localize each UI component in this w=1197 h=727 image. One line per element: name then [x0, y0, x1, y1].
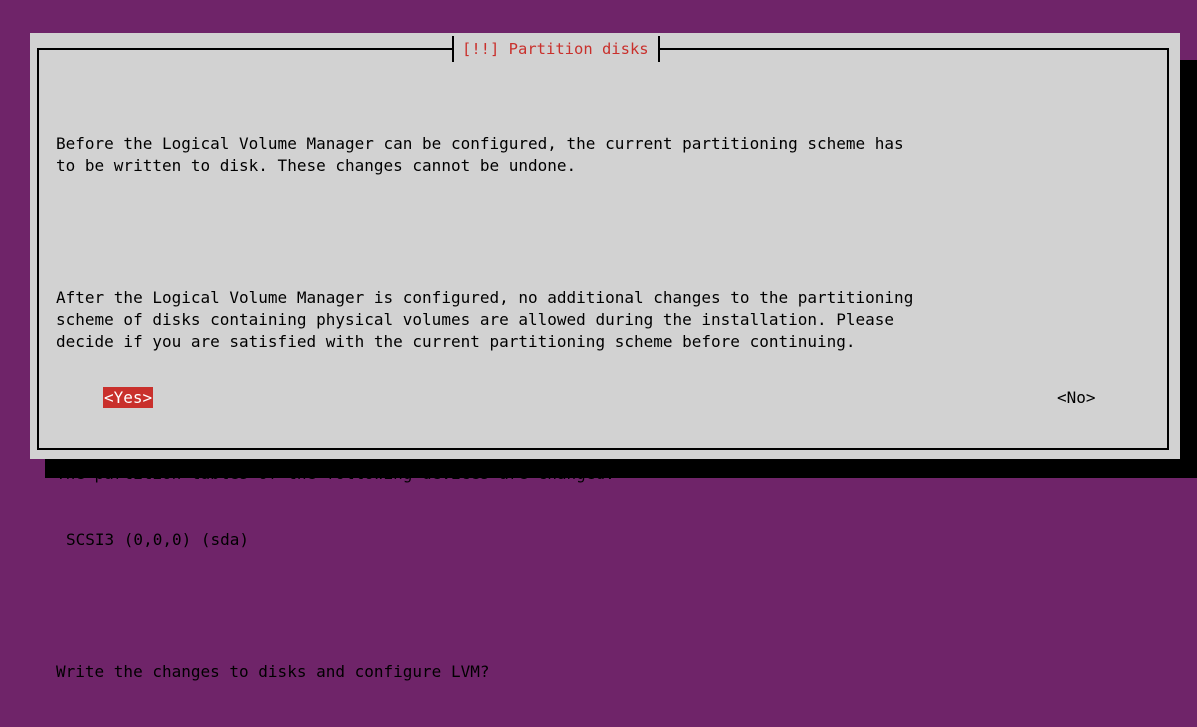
yes-button[interactable]: <Yes> — [103, 387, 154, 408]
dialog-body: Before the Logical Volume Manager can be… — [56, 89, 1166, 727]
lvm-write-warning-text: Before the Logical Volume Manager can be… — [56, 134, 904, 175]
dialog-title: [!!] Partition disks — [452, 36, 660, 62]
changed-device-item: SCSI3 (0,0,0) (sda) — [66, 530, 250, 549]
dialog-shadow-right — [1180, 60, 1197, 478]
partition-disks-dialog: [!!] Partition disks Before the Logical … — [30, 33, 1180, 681]
lvm-configured-warning-text: After the Logical Volume Manager is conf… — [56, 288, 914, 351]
confirmation-question: Write the changes to disks and configure… — [56, 662, 490, 681]
changed-devices-label: The partition tables of the following de… — [56, 464, 615, 483]
no-button[interactable]: <No> — [1056, 387, 1097, 408]
